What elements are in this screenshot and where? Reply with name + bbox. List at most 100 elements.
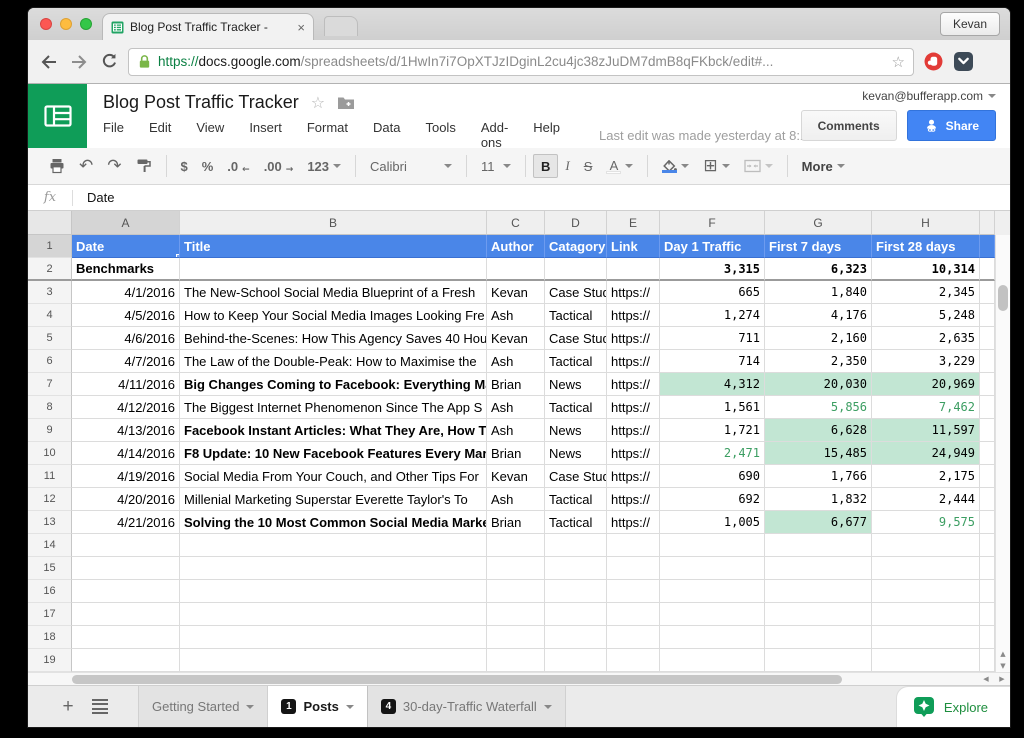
- zoom-window-button[interactable]: [80, 18, 92, 30]
- cell-H17[interactable]: [872, 603, 980, 626]
- cell-G3[interactable]: 1,840: [765, 281, 872, 304]
- cell-H4[interactable]: 5,248: [872, 304, 980, 327]
- column-header-partial[interactable]: [980, 211, 995, 235]
- cell-G2[interactable]: 6,323: [765, 258, 872, 281]
- cell-A5[interactable]: 4/6/2016: [72, 327, 180, 350]
- cell-partial-7[interactable]: [980, 373, 995, 396]
- paint-format-icon[interactable]: [129, 154, 159, 178]
- cell-D8[interactable]: Tactical: [545, 396, 607, 419]
- row-number-15[interactable]: 15: [28, 557, 72, 580]
- cell-D5[interactable]: Case Study: [545, 327, 607, 350]
- scroll-left-icon[interactable]: ◀: [983, 673, 988, 685]
- cell-B1[interactable]: Title: [180, 235, 487, 258]
- cell-G14[interactable]: [765, 534, 872, 557]
- cell-A11[interactable]: 4/19/2016: [72, 465, 180, 488]
- cell-A16[interactable]: [72, 580, 180, 603]
- cell-C18[interactable]: [487, 626, 545, 649]
- cell-D7[interactable]: News: [545, 373, 607, 396]
- cell-E4[interactable]: https://: [607, 304, 660, 327]
- menu-view[interactable]: View: [196, 120, 224, 150]
- cell-G1[interactable]: First 7 days: [765, 235, 872, 258]
- column-header-d[interactable]: D: [545, 211, 607, 235]
- add-sheet-icon[interactable]: +: [56, 696, 80, 718]
- cell-E5[interactable]: https://: [607, 327, 660, 350]
- cell-E18[interactable]: [607, 626, 660, 649]
- cell-G10[interactable]: 15,485: [765, 442, 872, 465]
- address-bar[interactable]: https://docs.google.com/spreadsheets/d/1…: [128, 48, 914, 76]
- cell-E8[interactable]: https://: [607, 396, 660, 419]
- row-number-4[interactable]: 4: [28, 304, 72, 327]
- cell-H10[interactable]: 24,949: [872, 442, 980, 465]
- cell-C9[interactable]: Ash: [487, 419, 545, 442]
- menu-data[interactable]: Data: [373, 120, 400, 150]
- italic-button[interactable]: I: [558, 154, 576, 178]
- formula-input[interactable]: Date: [73, 190, 114, 205]
- cell-A4[interactable]: 4/5/2016: [72, 304, 180, 327]
- cell-D13[interactable]: Tactical: [545, 511, 607, 534]
- document-title[interactable]: Blog Post Traffic Tracker: [103, 92, 299, 113]
- cell-E3[interactable]: https://: [607, 281, 660, 304]
- cell-D4[interactable]: Tactical: [545, 304, 607, 327]
- cell-G16[interactable]: [765, 580, 872, 603]
- horizontal-scroll-thumb[interactable]: [72, 675, 842, 684]
- horizontal-scrollbar[interactable]: ◀ ▶: [28, 672, 1010, 685]
- cell-C5[interactable]: Kevan: [487, 327, 545, 350]
- cell-A17[interactable]: [72, 603, 180, 626]
- cell-C8[interactable]: Ash: [487, 396, 545, 419]
- cell-E11[interactable]: https://: [607, 465, 660, 488]
- cell-A6[interactable]: 4/7/2016: [72, 350, 180, 373]
- cell-F4[interactable]: 1,274: [660, 304, 765, 327]
- cell-A12[interactable]: 4/20/2016: [72, 488, 180, 511]
- new-tab-button[interactable]: [324, 16, 358, 36]
- cell-partial-9[interactable]: [980, 419, 995, 442]
- increase-decimal-button[interactable]: .00→: [257, 154, 301, 178]
- cell-G18[interactable]: [765, 626, 872, 649]
- menu-add-ons[interactable]: Add-ons: [481, 120, 508, 150]
- cell-A14[interactable]: [72, 534, 180, 557]
- cell-H15[interactable]: [872, 557, 980, 580]
- cell-G4[interactable]: 4,176: [765, 304, 872, 327]
- cell-partial-19[interactable]: [980, 649, 995, 672]
- cell-H11[interactable]: 2,175: [872, 465, 980, 488]
- move-to-folder-icon[interactable]: [337, 95, 355, 110]
- cell-E2[interactable]: [607, 258, 660, 281]
- strikethrough-button[interactable]: S: [577, 154, 600, 178]
- redo-icon[interactable]: ↷: [100, 154, 128, 178]
- cell-partial-1[interactable]: [980, 235, 995, 258]
- minimize-window-button[interactable]: [60, 18, 72, 30]
- cell-C2[interactable]: [487, 258, 545, 281]
- row-number-3[interactable]: 3: [28, 281, 72, 304]
- menu-help[interactable]: Help: [533, 120, 560, 150]
- cell-C19[interactable]: [487, 649, 545, 672]
- row-number-17[interactable]: 17: [28, 603, 72, 626]
- cell-F2[interactable]: 3,315: [660, 258, 765, 281]
- cell-D15[interactable]: [545, 557, 607, 580]
- row-number-14[interactable]: 14: [28, 534, 72, 557]
- row-number-12[interactable]: 12: [28, 488, 72, 511]
- account-menu[interactable]: kevan@bufferapp.com: [862, 89, 996, 103]
- cell-partial-2[interactable]: [980, 258, 995, 281]
- cell-E15[interactable]: [607, 557, 660, 580]
- cell-A15[interactable]: [72, 557, 180, 580]
- column-header-f[interactable]: F: [660, 211, 765, 235]
- pocket-extension-icon[interactable]: [952, 51, 974, 73]
- text-color-button[interactable]: A: [599, 154, 640, 178]
- cell-partial-12[interactable]: [980, 488, 995, 511]
- cell-H16[interactable]: [872, 580, 980, 603]
- cell-C16[interactable]: [487, 580, 545, 603]
- cell-D2[interactable]: [545, 258, 607, 281]
- cell-D1[interactable]: Catagory: [545, 235, 607, 258]
- comments-button[interactable]: Comments: [801, 110, 897, 141]
- row-number-6[interactable]: 6: [28, 350, 72, 373]
- select-all-corner[interactable]: [28, 211, 72, 235]
- cell-E12[interactable]: https://: [607, 488, 660, 511]
- cell-A19[interactable]: [72, 649, 180, 672]
- cell-C1[interactable]: Author: [487, 235, 545, 258]
- cell-F3[interactable]: 665: [660, 281, 765, 304]
- font-size-select[interactable]: 11: [474, 154, 518, 178]
- cell-F10[interactable]: 2,471: [660, 442, 765, 465]
- cell-C14[interactable]: [487, 534, 545, 557]
- cell-B19[interactable]: [180, 649, 487, 672]
- cell-partial-8[interactable]: [980, 396, 995, 419]
- browser-tab[interactable]: Blog Post Traffic Tracker - ×: [102, 13, 314, 40]
